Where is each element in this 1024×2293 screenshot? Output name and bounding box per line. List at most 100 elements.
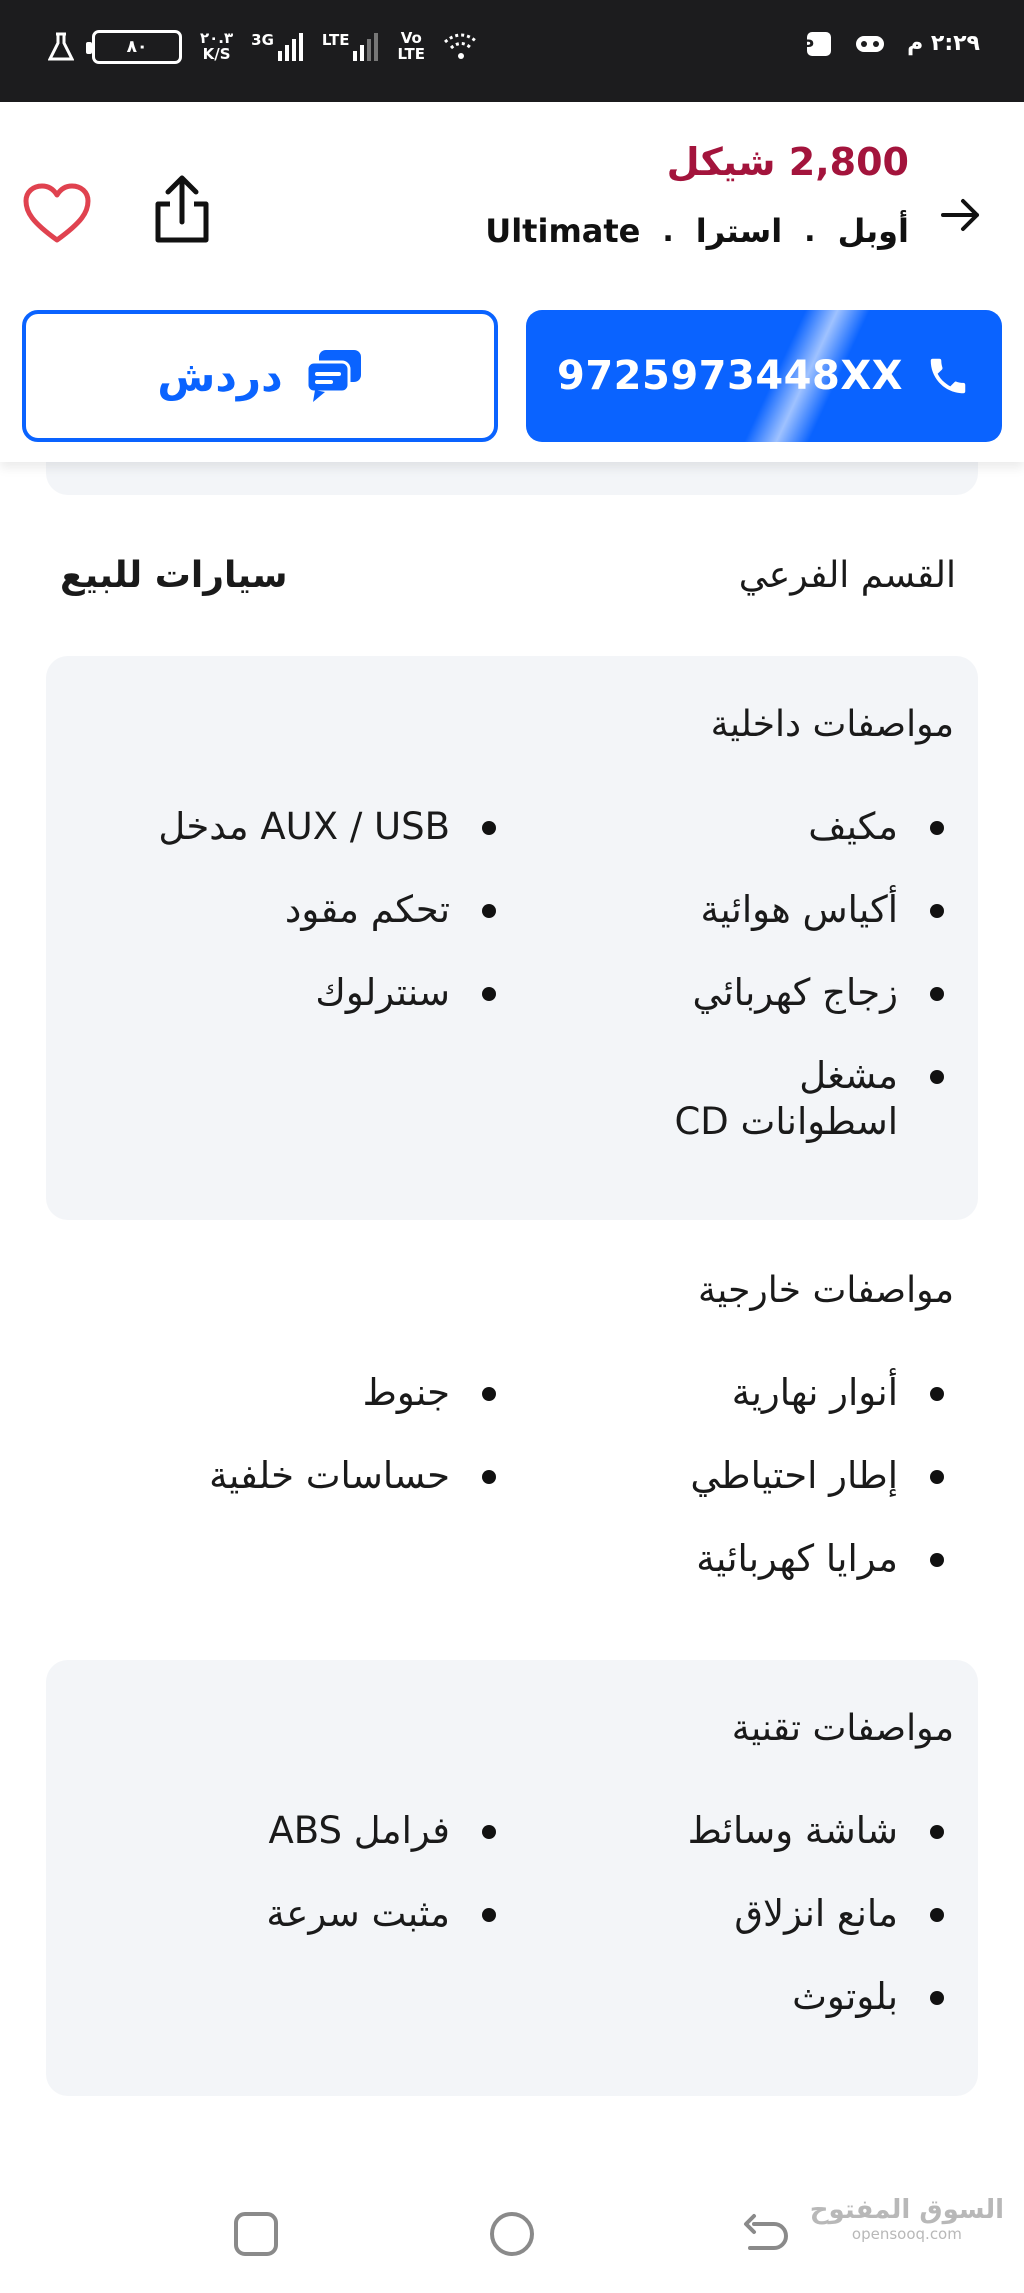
recents-button[interactable] — [228, 2206, 284, 2262]
bullet-icon — [482, 1470, 496, 1484]
feature-label: أنوار نهارية — [731, 1371, 898, 1414]
home-icon — [490, 2212, 534, 2256]
feature-item: زجاج كهربائي — [510, 970, 958, 1053]
call-button[interactable]: 9725973448XX — [526, 310, 1002, 442]
signal-lte: LTE — [322, 32, 380, 61]
favorite-button[interactable] — [22, 182, 92, 246]
chat-label: دردش — [157, 351, 283, 401]
feature-item: شاشة وسائط — [510, 1808, 958, 1891]
share-icon — [155, 175, 209, 243]
technical-title: مواصفات تقنية — [731, 1708, 954, 1749]
flask-icon — [48, 32, 74, 61]
net-speed: ٢٠.٣ K/S — [200, 30, 233, 63]
feature-label: أكياس هوائية — [700, 888, 898, 931]
home-button[interactable] — [484, 2206, 540, 2262]
bullet-icon — [482, 1825, 496, 1839]
share-button[interactable] — [150, 170, 214, 250]
feature-item: حساسات خلفية — [66, 1453, 510, 1536]
bullet-icon — [930, 904, 944, 918]
feature-label: تحكم مقود — [284, 888, 450, 931]
status-left: ٨٠ ٢٠.٣ K/S 3G LTE Vo LTE — [48, 30, 479, 64]
feature-item: مكيف — [510, 804, 958, 887]
bullet-icon — [930, 1387, 944, 1401]
heart-icon — [23, 183, 91, 243]
feature-item: مشغل اسطوانات CD — [658, 1053, 958, 1145]
net-3g-label: 3G — [251, 31, 274, 49]
breadcrumb-trim[interactable]: Ultimate — [485, 212, 640, 250]
feature-label: مكيف — [808, 805, 898, 848]
feature-item: سنترلوك — [66, 970, 510, 1053]
feature-label: زجاج كهربائي — [692, 971, 898, 1014]
bullet-icon — [930, 1908, 944, 1922]
feature-item: أكياس هوائية — [510, 887, 958, 970]
interior-title: مواصفات داخلية — [710, 704, 954, 745]
subsection-label: القسم الفرعي — [738, 554, 956, 596]
signal-3g: 3G — [251, 31, 304, 61]
interior-features-list: مكيف AUX / USB مدخل أكياس هوائية تحكم مق… — [66, 804, 958, 1145]
breadcrumb-model[interactable]: استرا — [696, 212, 782, 250]
call-label: 9725973448XX — [557, 353, 903, 399]
listing-header: 2,800 شيكل أوبل . استرا . Ultimate 97259… — [0, 102, 1024, 462]
bullet-icon — [930, 1991, 944, 2005]
watermark-sub: opensooq.com — [851, 2225, 962, 2243]
interior-features-card: مواصفات داخلية مكيف AUX / USB مدخل أكياس… — [46, 656, 978, 1220]
bullet-icon — [482, 904, 496, 918]
feature-label: شاشة وسائط — [687, 1809, 898, 1852]
breadcrumb-separator: . — [804, 213, 816, 249]
recents-icon — [234, 2212, 278, 2256]
breadcrumb: أوبل . استرا . Ultimate — [485, 212, 909, 250]
feature-item: مثبت سرعة — [66, 1891, 510, 1974]
chat-icon — [305, 350, 361, 402]
back-nav-icon — [744, 2214, 788, 2250]
phone-icon — [930, 358, 966, 394]
feature-label: فرامل ABS — [268, 1809, 450, 1852]
feature-item: أنوار نهارية — [510, 1370, 958, 1453]
battery-level: ٨٠ — [126, 37, 148, 57]
status-right: ٢:٢٩ م P — [805, 30, 980, 58]
game-controller-icon — [856, 36, 885, 52]
exterior-features-card: مواصفات خارجية أنوار نهارية جنوط إطار اح… — [46, 1240, 978, 1640]
bullet-icon — [930, 1825, 944, 1839]
breadcrumb-make[interactable]: أوبل — [838, 212, 909, 250]
bullet-icon — [482, 1387, 496, 1401]
technical-features-card: مواصفات تقنية شاشة وسائط فرامل ABS مانع … — [46, 1660, 978, 2096]
net-speed-unit: K/S — [202, 45, 231, 63]
back-button[interactable] — [936, 190, 986, 240]
feature-item: جنوط — [66, 1370, 510, 1453]
volte-badge: Vo LTE — [397, 30, 426, 63]
feature-label: مثبت سرعة — [266, 1892, 450, 1935]
feature-item: إطار احتياطي — [510, 1453, 958, 1536]
watermark-main: السوق المفتوح — [809, 2195, 1004, 2225]
feature-label: إطار احتياطي — [690, 1454, 898, 1497]
bullet-icon — [930, 1470, 944, 1484]
arrow-right-icon — [941, 199, 979, 231]
feature-label: جنوط — [362, 1371, 450, 1414]
breadcrumb-separator: . — [662, 213, 674, 249]
feature-item: تحكم مقود — [66, 887, 510, 970]
chat-button[interactable]: دردش — [22, 310, 498, 442]
feature-label: سنترلوك — [315, 971, 450, 1014]
status-bar: ٨٠ ٢٠.٣ K/S 3G LTE Vo LTE ٢:٢٩ م P — [0, 0, 1024, 102]
bullet-icon — [930, 987, 944, 1001]
volte-bottom: LTE — [397, 45, 426, 63]
battery-icon: ٨٠ — [86, 30, 182, 64]
technical-features-list: شاشة وسائط فرامل ABS مانع انزلاق مثبت سر… — [66, 1808, 958, 2057]
feature-label: حساسات خلفية — [209, 1454, 450, 1497]
feature-item: مرايا كهربائية — [510, 1536, 958, 1619]
subsection-row: القسم الفرعي سيارات للبيع — [60, 540, 956, 610]
bullet-icon — [482, 987, 496, 1001]
feature-label: بلوتوث — [792, 1975, 898, 2018]
feature-label: مرايا كهربائية — [696, 1537, 898, 1580]
listing-price: 2,800 شيكل — [666, 140, 909, 184]
bullet-icon — [930, 821, 944, 835]
feature-label: مانع انزلاق — [734, 1892, 898, 1935]
feature-item: AUX / USB مدخل — [66, 804, 510, 887]
opensooq-watermark: السوق المفتوح opensooq.com — [810, 2195, 1004, 2243]
bullet-icon — [930, 1553, 944, 1567]
wifi-icon — [444, 33, 479, 59]
feature-item: مانع انزلاق — [510, 1891, 958, 1974]
signal-bars-icon — [277, 33, 303, 61]
back-nav-button[interactable] — [740, 2206, 796, 2262]
bullet-icon — [482, 821, 496, 835]
parking-app-icon: P — [805, 32, 832, 56]
